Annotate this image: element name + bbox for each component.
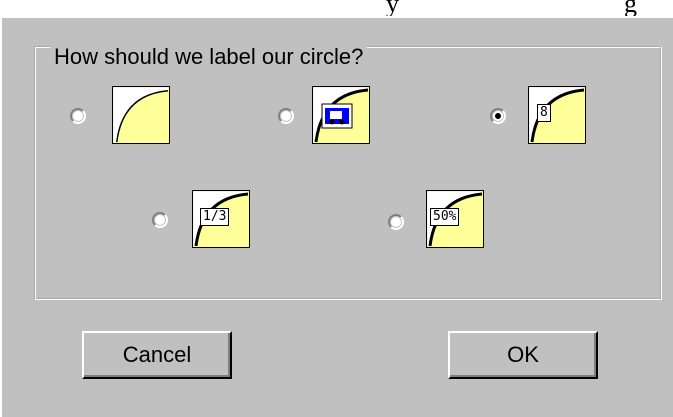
radio-number-label[interactable] — [490, 108, 506, 124]
radio-fraction-label[interactable] — [152, 212, 168, 228]
radio-selected-dot — [495, 113, 501, 119]
number-badge: 8 — [537, 104, 551, 122]
radio-no-label[interactable] — [70, 108, 86, 124]
cancel-button[interactable]: Cancel — [82, 331, 232, 379]
ok-button[interactable]: OK — [448, 331, 598, 379]
label-circle-dialog: How should we label our circle? 8 1/3 50… — [0, 16, 673, 417]
radio-percent-label[interactable] — [388, 214, 404, 230]
picture-label-swatch-icon — [312, 86, 370, 144]
fraction-badge: 1/3 — [200, 208, 230, 226]
radio-picture-label[interactable] — [278, 108, 294, 124]
no-label-swatch-icon — [112, 86, 170, 144]
percent-badge: 50% — [430, 208, 460, 226]
group-legend: How should we label our circle? — [50, 44, 368, 70]
label-options-group — [34, 46, 662, 300]
